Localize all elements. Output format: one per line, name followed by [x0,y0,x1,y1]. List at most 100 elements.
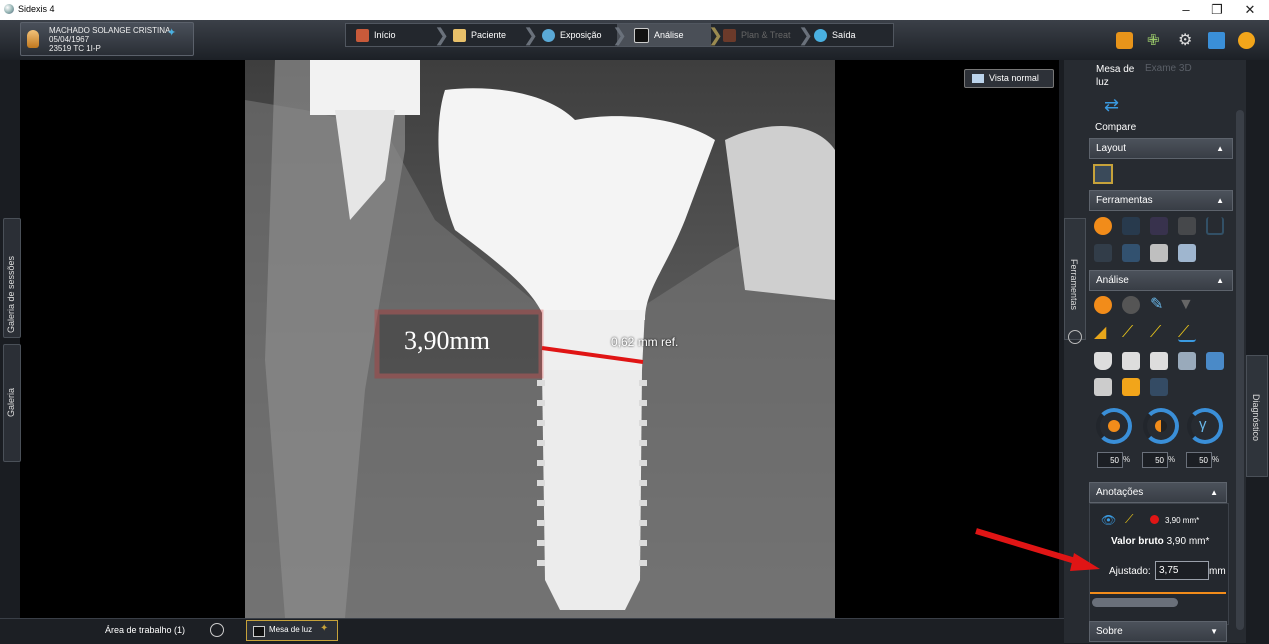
annotation-value: 3,90 mm* [1165,516,1200,525]
density-tool-icon[interactable] [1150,352,1168,370]
mesa-luz-tab[interactable]: Mesa de luz ✦ [246,620,338,641]
layers-tool-icon [1178,217,1196,235]
side-tab-ferramentas[interactable]: Ferramentas [1064,218,1086,340]
compare-icon[interactable]: ⇄ [1104,96,1126,114]
pen-tool-icon[interactable]: ✎ [1150,296,1168,314]
gallery-tab[interactable]: Galeria [3,344,21,462]
title-bar: Sidexis 4 – ❐ ✕ [0,0,1269,20]
tooth-tool-icon[interactable] [1094,352,1112,370]
tools-icon[interactable]: ✙ [1147,32,1164,49]
section-anotacoes[interactable]: Anotações ▲ [1089,482,1227,503]
exposure-icon [542,29,555,43]
sharpen-tool-icon[interactable] [1122,296,1140,314]
annotation-tool-icon[interactable] [1122,378,1140,396]
pin-icon[interactable]: ✦ [167,26,176,39]
print-settings-icon[interactable] [1178,244,1196,262]
tab-exposicao[interactable]: Exposição [542,24,602,46]
ruler-icon: ⟋ [1125,512,1134,526]
panel-scrollbar[interactable] [1236,110,1244,630]
patient-card[interactable]: MACHADO SOLANGE CRISTINA 05/04/1967 2351… [20,22,194,56]
section-ferramentas[interactable]: Ferramentas ▲ [1089,190,1233,211]
gamma-icon: γ [1199,416,1207,433]
xray-image[interactable] [245,60,835,618]
workspace-label[interactable]: Área de trabalho (1) [105,625,185,635]
nerve-tool-icon[interactable] [1150,378,1168,396]
section-layout[interactable]: Layout ▲ [1089,138,1233,159]
exame3d-label: Exame 3D [1145,63,1192,74]
contrast-percent[interactable]: 50 [1142,452,1168,468]
patient-icon [453,29,466,43]
layout-grid-icon[interactable] [1093,164,1113,184]
app-icon [4,4,14,14]
contrast-dial[interactable] [1143,408,1179,444]
angle-tool-icon[interactable]: ◢ [1094,324,1112,342]
minimize-icon[interactable]: – [1172,2,1200,18]
ajustado-label: Ajustado: [1109,566,1151,577]
window-title: Sidexis 4 [18,4,55,14]
export-tool-icon [1122,244,1140,262]
monitor-icon[interactable] [1208,32,1225,49]
compare-label[interactable]: Compare [1095,122,1136,133]
chevron-icon: ❯ [612,25,628,45]
home-icon [356,29,369,43]
tab-inicio[interactable]: Início [356,24,396,46]
zoom-tool-icon[interactable] [1206,352,1224,370]
percent-unit: % [1123,455,1131,464]
brightness-dial[interactable] [1096,408,1132,444]
chevron-icon: ❯ [708,25,724,45]
crop-tool-icon[interactable] [1094,378,1112,396]
workspace-settings-icon[interactable] [210,623,224,637]
chevron-icon: ❯ [798,25,814,45]
ajustado-unit: mm [1209,566,1226,577]
annotations-scrollbar[interactable] [1092,598,1178,607]
tab-plan-treat: Plan & Treat [723,24,791,46]
reference-label: 0,62 mm ref. [611,335,679,349]
gear-icon[interactable]: ⚙ [1178,32,1195,49]
section-sobre[interactable]: Sobre ▼ [1089,621,1227,642]
mesa-luz-label[interactable]: Mesa de luz [1096,63,1141,89]
brightness-tool-icon[interactable] [1094,217,1112,235]
output-icon [814,29,827,43]
section-analise[interactable]: Análise ▲ [1089,270,1233,291]
vista-normal-button[interactable]: Vista normal [964,69,1054,88]
pin-icon[interactable]: ✦ [320,623,328,634]
filter-tool-icon[interactable]: ▼ [1178,296,1196,314]
contrast-tool-icon[interactable] [1094,296,1112,314]
tab-analise[interactable]: Análise [634,24,684,46]
help-icon[interactable] [1238,32,1255,49]
percent-unit: % [1212,455,1220,464]
gamma-percent[interactable]: 50 [1186,452,1212,468]
restore-icon[interactable]: ❐ [1203,2,1231,18]
red-dot-icon [1150,515,1159,524]
tab-paciente[interactable]: Paciente [453,24,506,46]
gamma-dial[interactable]: γ [1187,408,1223,444]
implant-tool-icon[interactable] [1122,352,1140,370]
orange-divider [1090,592,1226,594]
brightness-percent[interactable]: 50 [1097,452,1123,468]
chevron-icon: ❯ [434,25,450,45]
side-tab-diagnostico[interactable]: Diagnóstico [1246,355,1268,477]
brightness-icon [1108,420,1120,432]
analysis-icon [634,28,649,44]
contrast-icon [1155,420,1167,432]
print-icon[interactable] [1150,244,1168,262]
close-icon[interactable]: ✕ [1236,2,1264,18]
sessions-gallery-tab[interactable]: Galeria de sessões [3,218,21,338]
image-icon [253,626,265,637]
curve-tool-icon [1206,217,1224,235]
ajustado-input[interactable] [1155,561,1209,580]
measurement-label: 3,90mm [404,326,490,355]
line-tool-icon[interactable]: ⟋ [1122,324,1140,342]
polyline-tool-icon[interactable]: ⟋ [1150,324,1168,342]
right-strip [1246,60,1269,643]
tab-saida[interactable]: Saída [814,24,856,46]
side-settings-icon[interactable] [1068,330,1082,344]
patient-avatar [27,30,39,48]
monitor-icon [972,74,984,84]
patient-id: 23519 TC 1I-P [49,44,101,53]
valor-bruto: Valor bruto 3,90 mm* [1111,536,1210,547]
endo-tool-icon[interactable] [1178,352,1196,370]
ruler-tool-icon[interactable]: ⟋ [1178,324,1196,342]
chevron-icon: ❯ [523,25,539,45]
patient-file-icon[interactable] [1116,32,1133,49]
